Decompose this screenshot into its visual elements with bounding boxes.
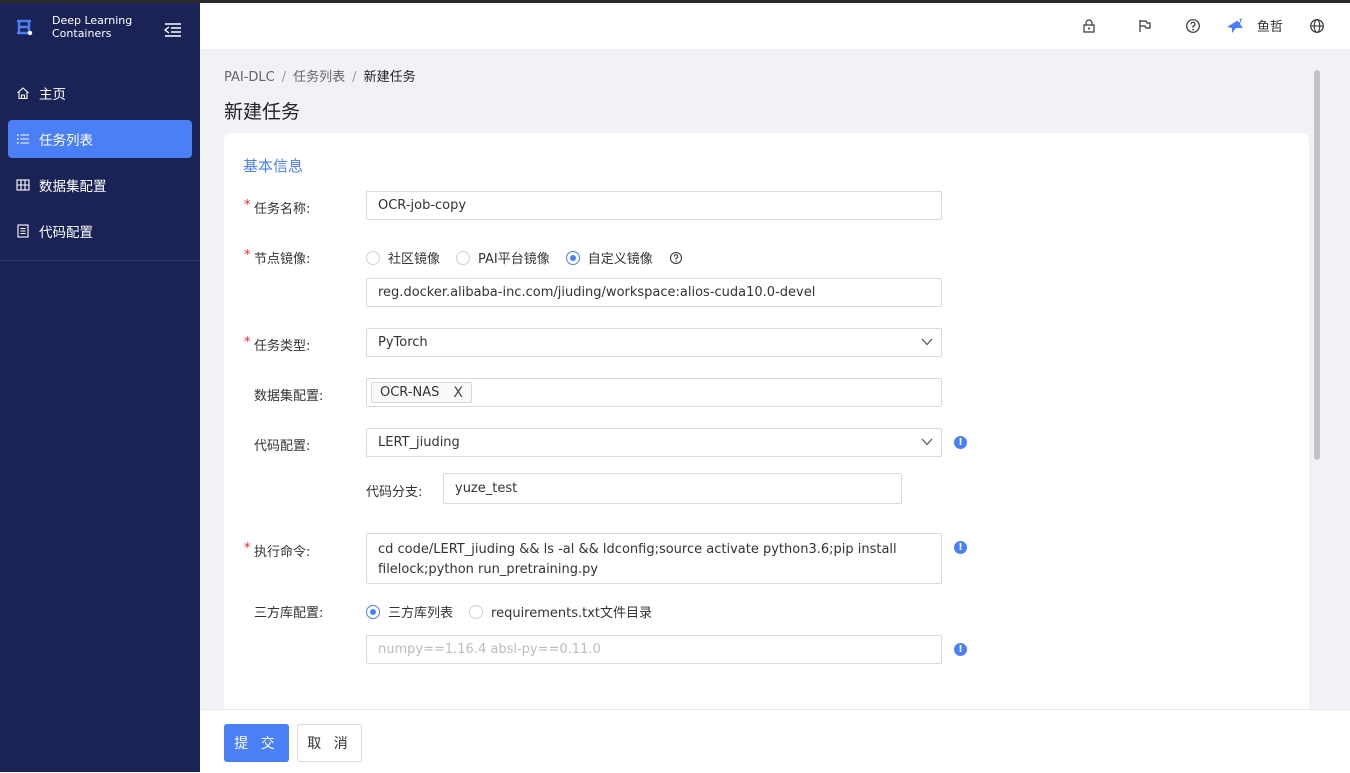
breadcrumb-item-pai-dlc[interactable]: PAI-DLC [224,70,275,85]
help-icon[interactable] [1185,18,1201,34]
radio-button[interactable] [366,604,380,619]
task-type-value: PyTorch [378,335,428,350]
code-branch-input[interactable]: yuze_test [443,473,902,504]
task-type-label: 任务类型: [254,339,311,354]
page-title: 新建任务 [224,101,301,123]
cancel-button[interactable]: 取 消 [297,724,362,762]
submit-button[interactable]: 提 交 [224,724,289,762]
collapse-menu-icon[interactable] [164,22,182,38]
code-config-label: 代码配置: [254,439,311,454]
radio-label: 自定义镜像 [587,252,653,267]
lock-icon[interactable] [1081,18,1097,34]
dataset-label: 数据集配置: [254,389,324,404]
code-config-select[interactable]: LERT_jiuding [366,428,942,457]
dataset-tag: OCR-NAS X [371,382,472,403]
required-mark: * [244,248,251,263]
sidebar-item-code-config[interactable]: 代码配置 [8,212,192,250]
third-party-radio-group: 三方库列表 requirements.txt文件目录 [366,602,668,621]
sidebar-item-dataset-config[interactable]: 数据集配置 [8,166,192,204]
breadcrumb-item-task-list[interactable]: 任务列表 [293,70,345,85]
brand-name: Deep Learning Containers [52,14,132,40]
radio-label: requirements.txt文件目录 [491,606,653,621]
flag-icon[interactable] [1137,18,1153,34]
sidebar: Deep Learning Containers 主页 任务列表 数据集配置 代… [0,3,200,772]
list-icon [16,134,29,144]
radio-button[interactable] [469,604,484,619]
radio-button[interactable] [456,250,471,265]
task-name-label: 任务名称: [254,202,311,217]
sidebar-item-task-list[interactable]: 任务列表 [8,120,192,158]
info-icon[interactable]: ! [954,643,967,656]
sidebar-item-label: 主页 [39,87,66,103]
radio-requirements-dir[interactable]: requirements.txt文件目录 [469,602,652,621]
image-url-input[interactable]: reg.docker.alibaba-inc.com/jiuding/works… [366,278,942,307]
chevron-down-icon [921,338,933,346]
task-name-input[interactable]: OCR-job-copy [366,191,942,220]
breadcrumb-separator: / [281,70,287,85]
section-title: 基本信息 [243,157,304,175]
required-mark: * [244,541,251,556]
file-icon [17,224,29,238]
breadcrumb: PAI-DLC / 任务列表 / 新建任务 [224,66,416,85]
required-mark: * [244,198,251,213]
third-party-input[interactable]: numpy==1.16.4 absl-py==0.11.0 [366,635,942,664]
node-image-label: 节点镜像: [254,252,311,267]
radio-button[interactable] [366,250,380,265]
task-type-select[interactable]: PyTorch [366,328,942,357]
node-image-radio-group: 社区镜像 PAI平台镜像 自定义镜像 [366,248,683,267]
command-textarea[interactable]: cd code/LERT_jiuding && ls -al && ldconf… [366,533,942,584]
form-footer: 提 交 取 消 [200,709,1350,773]
info-icon[interactable]: ! [954,436,967,449]
sidebar-menu: 主页 任务列表 数据集配置 代码配置 [0,74,200,258]
breadcrumb-separator: / [352,70,357,85]
logo-icon [17,19,33,36]
sidebar-item-label: 任务列表 [39,133,93,149]
avatar[interactable] [1225,15,1245,35]
dataset-tag-label: OCR-NAS [380,385,440,400]
command-label: 执行命令: [254,545,311,560]
radio-custom-image[interactable]: 自定义镜像 [565,248,653,267]
globe-icon[interactable] [1309,18,1325,34]
sidebar-item-home[interactable]: 主页 [8,74,192,112]
radio-button[interactable] [565,250,580,265]
top-header: 鱼哲 [200,3,1350,49]
brand-line-1: Deep Learning [52,14,133,27]
radio-label: 三方库列表 [388,606,454,621]
radio-community-image[interactable]: 社区镜像 [366,248,440,267]
table-icon [16,179,30,191]
radio-label: 社区镜像 [388,252,441,267]
home-icon [17,87,29,100]
help-icon[interactable] [669,251,683,265]
radio-pai-image[interactable]: PAI平台镜像 [456,248,550,267]
chevron-down-icon [921,438,933,446]
scrollbar-thumb[interactable] [1314,70,1320,460]
sidebar-divider [0,260,200,261]
sidebar-item-label: 代码配置 [39,225,93,241]
third-party-label: 三方库配置: [254,606,324,621]
radio-label: PAI平台镜像 [478,252,550,267]
required-mark: * [244,335,251,350]
radio-library-list[interactable]: 三方库列表 [366,602,453,621]
code-config-value: LERT_jiuding [378,435,460,450]
code-branch-label: 代码分支: [366,485,423,500]
close-icon[interactable]: X [453,385,463,401]
info-icon[interactable]: ! [954,541,967,554]
brand-line-2: Containers [52,27,112,40]
user-name[interactable]: 鱼哲 [1257,16,1283,35]
sidebar-item-label: 数据集配置 [39,179,107,195]
breadcrumb-item-current: 新建任务 [363,70,416,85]
